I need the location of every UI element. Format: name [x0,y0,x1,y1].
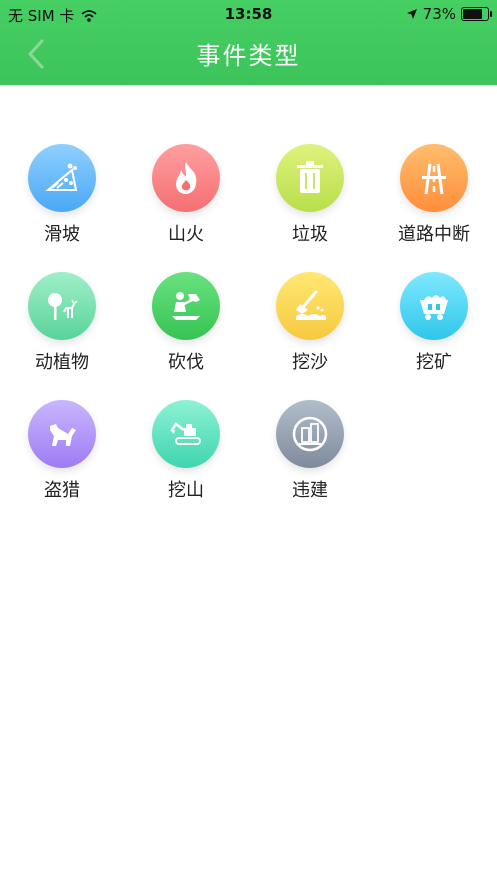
event-label: 滑坡 [44,224,80,245]
event-label: 挖沙 [292,352,328,373]
event-item-road-blocked[interactable]: 道路中断 [372,140,496,255]
page-title: 事件类型 [196,42,301,70]
event-label: 挖矿 [416,352,452,373]
event-label: 动植物 [35,352,89,373]
illegal-building-icon [276,400,344,468]
excavator-icon [152,400,220,468]
event-item-poaching[interactable]: 盗猎 [0,396,124,511]
battery-level [463,9,482,19]
event-label: 垃圾 [292,224,328,245]
event-label: 挖山 [168,480,204,501]
poaching-dog-icon [28,400,96,468]
header-bar: 无 SIM 卡 13:58 73% 事件类型 [0,0,497,85]
fire-icon [152,144,220,212]
trash-icon [276,144,344,212]
event-item-logging[interactable]: 砍伐 [124,268,248,383]
event-label: 道路中断 [398,224,470,245]
event-label: 山火 [168,224,204,245]
event-item-mountain-digging[interactable]: 挖山 [124,396,248,511]
landslide-icon [28,144,96,212]
event-label: 违建 [292,480,328,501]
event-item-flora-fauna[interactable]: 动植物 [0,268,124,383]
tree-deer-icon [28,272,96,340]
status-bar: 无 SIM 卡 13:58 73% [0,0,497,28]
logging-icon [152,272,220,340]
status-right: 73% [406,5,492,23]
location-arrow-icon [406,9,417,19]
event-item-garbage[interactable]: 垃圾 [248,140,372,255]
battery-percent: 73% [422,5,456,23]
event-item-wildfire[interactable]: 山火 [124,140,248,255]
event-item-sand-digging[interactable]: 挖沙 [248,268,372,383]
event-item-mining[interactable]: 挖矿 [372,268,496,383]
event-label: 砍伐 [168,352,204,373]
mine-cart-icon [400,272,468,340]
event-label: 盗猎 [44,480,80,501]
event-item-illegal-construction[interactable]: 违建 [248,396,372,511]
event-item-landslide[interactable]: 滑坡 [0,140,124,255]
road-icon [400,144,468,212]
sand-shovel-icon [276,272,344,340]
battery-icon [461,7,492,21]
